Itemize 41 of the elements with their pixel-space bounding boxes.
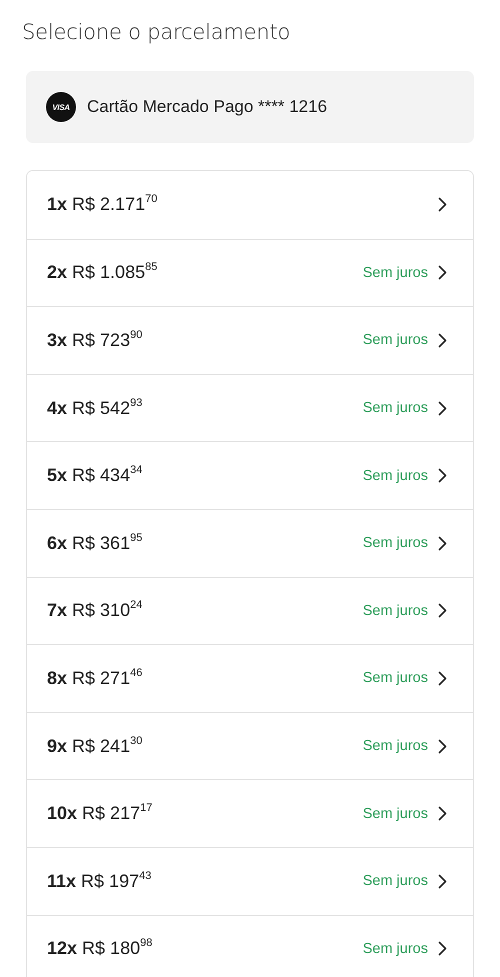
installment-amount: 4x R$ 542$^{93}$ — [47, 398, 144, 419]
interest-free-label: Sem juros — [362, 738, 428, 754]
installment-option[interactable]: 9x R$ 241$^{30}$ Sem juros — [27, 712, 473, 780]
interest-free-label: Sem juros — [362, 873, 428, 890]
chevron-right-icon — [438, 536, 447, 551]
installment-amount: 3x R$ 723$^{90}$ — [47, 330, 144, 351]
installment-amount: 5x R$ 434$^{34}$ — [47, 465, 144, 486]
interest-free-label: Sem juros — [362, 806, 428, 822]
installment-amount: 12x R$ 180$^{98}$ — [47, 938, 154, 960]
installment-option[interactable]: 4x R$ 542$^{93}$ Sem juros — [27, 374, 473, 442]
chevron-right-icon — [438, 603, 447, 618]
interest-free-label: Sem juros — [362, 940, 428, 957]
installment-amount: 1x R$ 2.171$^{70}$ — [47, 194, 158, 216]
chevron-right-icon — [438, 332, 447, 348]
installment-amount: 2x R$ 1.085$^{85}$ — [47, 262, 158, 284]
interest-free-label: Sem juros — [362, 332, 428, 348]
card-brand-logo: VISA — [46, 92, 76, 122]
page-title: Selecione o parcelamento — [22, 20, 292, 44]
chevron-right-icon — [438, 874, 447, 889]
interest-free-label: Sem juros — [362, 264, 428, 281]
interest-free-label: Sem juros — [362, 468, 428, 484]
chevron-right-icon — [438, 265, 447, 280]
card-label: Cartão Mercado Pago **** 1216 — [87, 97, 328, 117]
chevron-right-icon — [438, 197, 447, 212]
chevron-right-icon — [438, 468, 447, 484]
chevron-right-icon — [438, 670, 447, 686]
installment-amount: 8x R$ 271$^{46}$ — [47, 668, 144, 689]
interest-free-label: Sem juros — [362, 602, 428, 619]
installment-amount: 6x R$ 361$^{95}$ — [47, 532, 144, 554]
installment-amount: 7x R$ 310$^{24}$ — [47, 600, 144, 622]
installment-amount: 9x R$ 241$^{30}$ — [47, 736, 144, 757]
interest-free-label: Sem juros — [362, 535, 428, 552]
installment-amount: 10x R$ 217$^{17}$ — [47, 803, 154, 824]
interest-free-label: Sem juros — [362, 670, 428, 686]
chevron-right-icon — [438, 806, 447, 822]
chevron-right-icon — [438, 400, 447, 416]
interest-free-label: Sem juros — [362, 400, 428, 416]
chevron-right-icon — [438, 738, 447, 754]
payment-card-selector[interactable]: VISA Cartão Mercado Pago **** 1216 — [26, 71, 474, 143]
installment-amount: 11x R$ 197$^{43}$ — [47, 870, 152, 892]
chevron-right-icon — [438, 941, 447, 956]
